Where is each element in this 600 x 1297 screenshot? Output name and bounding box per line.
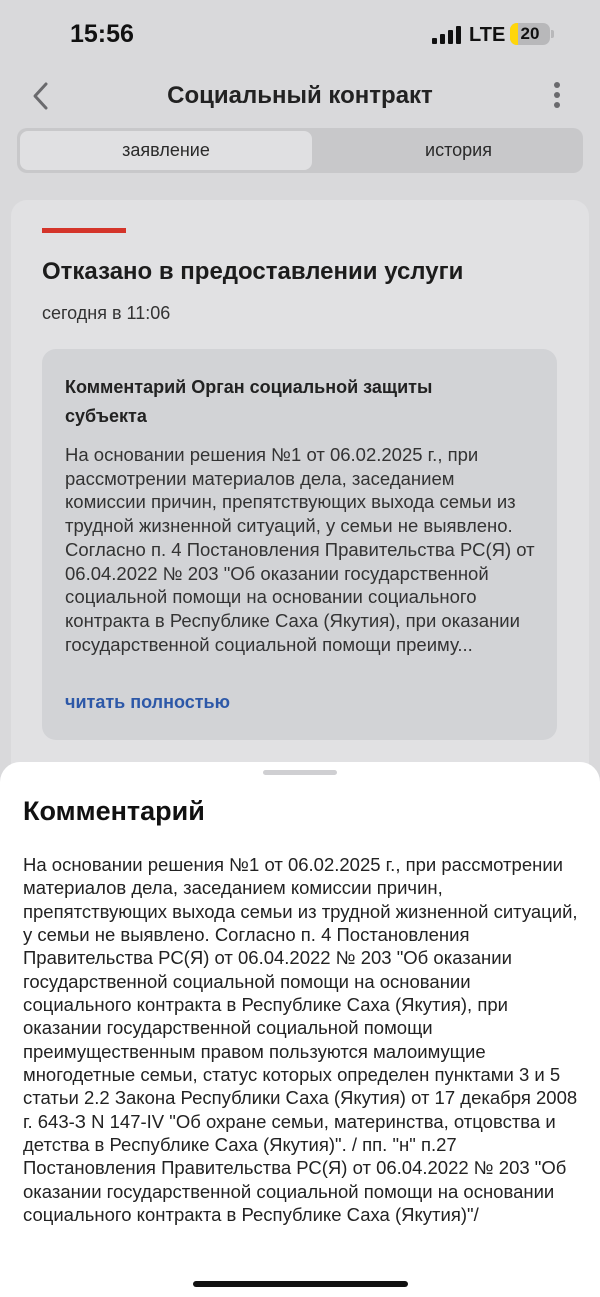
status-title: Отказано в предоставлении услуги <box>42 258 464 285</box>
status-time: 15:56 <box>70 20 134 48</box>
tab-application[interactable]: заявление <box>20 131 312 170</box>
sheet-grabber[interactable] <box>263 770 337 775</box>
more-vertical-icon <box>545 82 569 108</box>
sheet-comment-text: На основании решения №1 от 06.02.2025 г.… <box>23 854 578 1226</box>
signal-icon <box>432 26 462 44</box>
battery-icon: 20 <box>510 23 550 45</box>
comment-box: Комментарий Орган социальной защиты субъ… <box>42 349 557 740</box>
read-more-link[interactable]: читать полностью <box>65 692 230 713</box>
network-label: LTE <box>469 24 506 46</box>
tab-bar: заявление история <box>17 128 583 173</box>
battery-level: 20 <box>520 24 540 43</box>
status-card: Отказано в предоставлении услуги сегодня… <box>11 200 589 800</box>
page-title: Социальный контракт <box>167 82 433 109</box>
nav-bar: Социальный контракт <box>0 70 600 126</box>
status-time-label: сегодня в 11:06 <box>42 303 171 323</box>
status-bar: 15:56 LTE 20 <box>0 0 600 70</box>
tab-history[interactable]: история <box>317 131 600 170</box>
comment-preview-text: На основании решения №1 от 06.02.2025 г.… <box>65 444 535 655</box>
comment-sheet: Комментарий На основании решения №1 от 0… <box>0 762 600 1297</box>
battery-cap <box>551 30 554 38</box>
comment-title: Комментарий Орган социальной защиты субъ… <box>65 377 433 426</box>
home-indicator[interactable] <box>193 1281 408 1287</box>
more-button[interactable] <box>545 82 569 112</box>
status-accent-bar <box>42 228 126 233</box>
sheet-title: Комментарий <box>23 796 205 826</box>
